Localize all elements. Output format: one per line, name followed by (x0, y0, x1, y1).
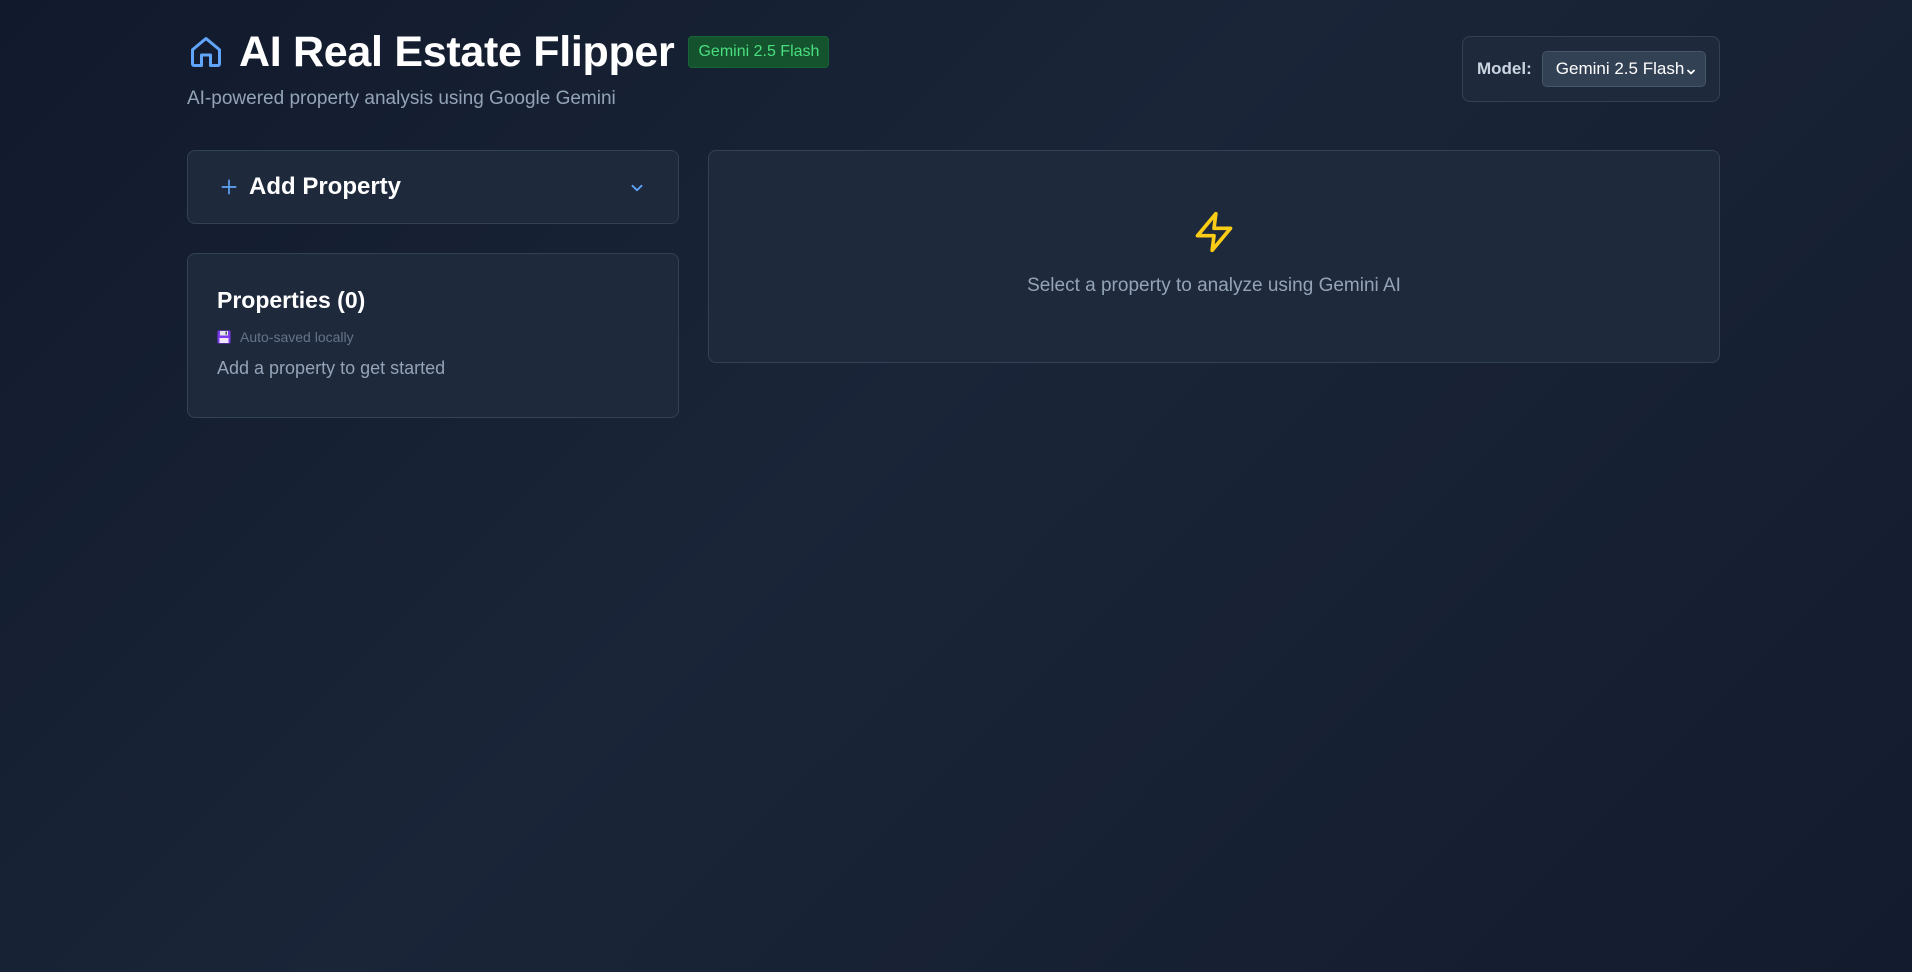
title-row: AI Real Estate Flipper Gemini 2.5 Flash (187, 28, 830, 76)
chevron-down-icon (1685, 63, 1697, 75)
model-picker: Model: Gemini 2.5 Flash (1462, 36, 1720, 102)
model-label: Model: (1477, 59, 1532, 78)
properties-panel: Properties (0) Auto-saved locally Add a … (187, 253, 679, 418)
properties-empty-message: Add a property to get started (217, 358, 446, 378)
home-icon (187, 33, 225, 71)
autosave-status: Auto-saved locally (217, 329, 649, 345)
properties-title: Properties (0) (217, 287, 366, 313)
app-header: AI Real Estate Flipper Gemini 2.5 Flash … (187, 0, 1720, 150)
app-page: AI Real Estate Flipper Gemini 2.5 Flash … (187, 0, 1720, 418)
autosave-label: Auto-saved locally (240, 329, 354, 345)
add-property-title: Add Property (249, 173, 402, 200)
model-badge: Gemini 2.5 Flash (688, 36, 830, 68)
chevron-down-icon (628, 179, 646, 197)
model-select-value: Gemini 2.5 Flash (1555, 59, 1685, 78)
analysis-panel: Select a property to analyze using Gemin… (708, 150, 1720, 363)
app-title: AI Real Estate Flipper (239, 28, 675, 76)
model-select[interactable]: Gemini 2.5 Flash (1541, 51, 1706, 87)
add-property-toggle[interactable]: Add Property (187, 150, 679, 224)
analysis-placeholder: Select a property to analyze using Gemin… (1027, 275, 1401, 296)
floppy-disk-icon (217, 330, 231, 344)
app-subtitle: AI-powered property analysis using Googl… (187, 88, 616, 109)
lightning-bolt-icon (1192, 209, 1236, 255)
plus-icon (219, 177, 239, 197)
